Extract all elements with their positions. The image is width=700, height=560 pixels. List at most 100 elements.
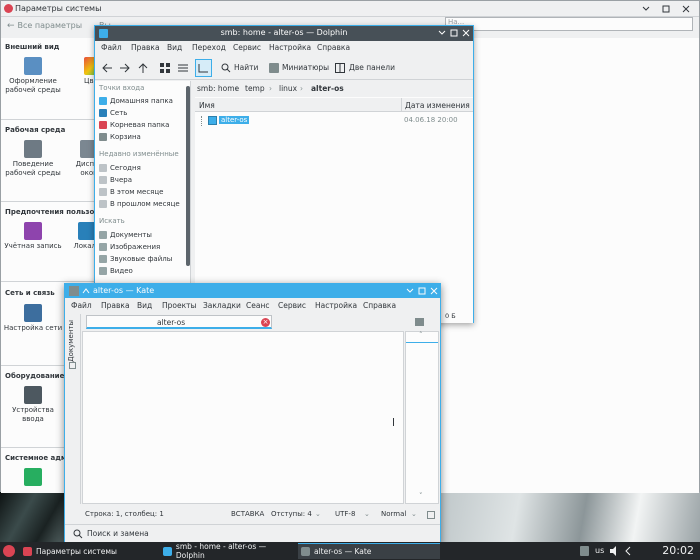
menu-help[interactable]: Справка [317,43,350,52]
system-settings-titlebar[interactable]: Параметры системы [1,1,699,17]
compact-view-icon[interactable] [177,62,189,74]
icons-view-icon[interactable] [159,62,171,74]
pin-icon[interactable] [82,287,90,295]
menu-view[interactable]: Вид [137,301,152,310]
task-kate[interactable]: alter-os — Kate [298,543,440,559]
settings-item-user-account[interactable]: Учётная запись [3,222,63,251]
dolphin-titlebar[interactable]: smb: home - alter-os — Dolphin [95,26,473,41]
back-to-all-settings-button[interactable]: ← Все параметры [7,21,82,31]
scroll-down-icon[interactable]: ˅ [419,492,423,500]
close-icon[interactable] [429,286,439,296]
place-today[interactable]: Сегодня [99,164,141,172]
task-dolphin[interactable]: smb - home - alter-os — Dolphin [160,542,296,560]
settings-item-input-devices[interactable]: Устройства ввода [3,386,63,424]
clipboard-icon[interactable] [580,546,589,556]
maximize-icon[interactable] [417,286,427,296]
filesystem-icon[interactable] [69,362,76,369]
network-icon [24,304,42,322]
system-admin-icon [24,468,42,486]
root-folder-icon [99,121,107,129]
editor-minimap[interactable]: ˄ ˅ [405,331,439,504]
search-and-replace-tab[interactable]: Поиск и замена [87,529,149,538]
document-tab[interactable]: alter-os × [86,315,272,329]
dictionary-icon[interactable] [427,511,435,519]
minimize-icon[interactable] [405,286,415,296]
menu-settings[interactable]: Настройка [269,43,311,52]
split-view-button[interactable]: Две панели [349,63,395,72]
place-trash[interactable]: Корзина [99,133,141,141]
app-launcher-icon[interactable] [3,545,15,557]
input-mode[interactable]: ВСТАВКА [231,510,264,518]
places-scrollbar[interactable] [186,86,190,266]
place-home[interactable]: Домашняя папка [99,97,173,105]
settings-item-workspace-behavior[interactable]: Поведение рабочей среды [3,140,63,178]
breadcrumb-segment[interactable]: smb: home [197,84,239,93]
syntax-mode[interactable]: Normal [381,510,406,518]
back-icon[interactable] [101,62,113,74]
forward-icon[interactable] [119,62,131,74]
expand-tray-icon[interactable] [624,546,632,556]
menu-projects[interactable]: Проекты [162,301,196,310]
maximize-icon[interactable] [449,28,459,38]
kate-menubar: Файл Правка Вид Проекты Закладки Сеанс С… [65,299,440,313]
kate-titlebar[interactable]: alter-os — Kate [65,284,440,298]
maximize-icon[interactable] [661,4,671,14]
menu-help[interactable]: Справка [363,301,396,310]
place-audio[interactable]: Звуковые файлы [99,255,172,263]
thumbnails-button[interactable]: Миниатюры [282,63,329,72]
place-yesterday[interactable]: Вчера [99,176,132,184]
taskbar: Параметры системы smb - home - alter-os … [0,542,700,560]
menu-view[interactable]: Вид [167,43,182,52]
up-icon[interactable] [137,62,149,74]
settings-search-input[interactable]: На... [445,17,693,31]
divider [1,119,97,120]
menu-file[interactable]: Файл [71,301,92,310]
settings-item-workspace-theme[interactable]: Оформление рабочей среды [3,57,63,95]
encoding-setting[interactable]: UTF-8 [335,510,355,518]
menu-tools[interactable]: Сервис [233,43,261,52]
menu-edit[interactable]: Правка [131,43,160,52]
details-view-icon[interactable] [195,59,212,77]
breadcrumb-segment[interactable]: linux [279,84,297,93]
documents-sidebar-tab[interactable]: Документы [67,320,75,362]
clock[interactable]: 20:02 [662,544,694,557]
close-icon[interactable] [681,4,691,14]
text-editor[interactable] [82,331,404,504]
menu-session[interactable]: Сеанс [246,301,269,310]
menu-bookmarks[interactable]: Закладки [203,301,241,310]
menu-edit[interactable]: Правка [101,301,130,310]
close-tab-icon[interactable]: × [261,318,270,327]
calendar-icon [99,164,107,172]
file-name: alter-os [219,116,250,124]
place-this-month[interactable]: В этом месяце [99,188,163,196]
close-icon[interactable] [461,28,471,38]
task-system-settings[interactable]: Параметры системы [20,543,160,559]
menu-file[interactable]: Файл [101,43,122,52]
place-video[interactable]: Видео [99,267,133,275]
column-name[interactable]: Имя [199,101,215,110]
place-network[interactable]: Сеть [99,109,127,117]
file-row[interactable]: alter-os 04.06.18 20:00 [201,115,473,127]
find-button[interactable]: Найти [234,63,258,72]
settings-item-system-admin[interactable] [3,468,63,488]
indent-setting[interactable]: Отступы: 4 [271,510,312,518]
volume-icon[interactable] [609,546,619,556]
breadcrumb-current[interactable]: alter-os [311,84,344,93]
place-documents[interactable]: Документы [99,231,152,239]
scroll-up-icon[interactable]: ˄ [419,331,423,339]
menu-go[interactable]: Переход [192,43,226,52]
minimize-icon[interactable] [437,28,447,38]
calendar-icon [99,176,107,184]
breadcrumb-segment[interactable]: temp [245,84,265,93]
place-images[interactable]: Изображения [99,243,160,251]
place-last-month[interactable]: В прошлом месяце [99,200,180,208]
column-modified[interactable]: Дата изменения [405,101,470,110]
minimize-icon[interactable] [641,4,651,14]
menu-tools[interactable]: Сервис [278,301,306,310]
quick-open-icon[interactable] [415,318,424,326]
settings-item-network[interactable]: Настройка сети [3,304,63,333]
place-root[interactable]: Корневая папка [99,121,169,129]
menu-settings[interactable]: Настройка [315,301,357,310]
dolphin-toolbar: Найти Миниатюры Две панели [95,56,473,80]
keyboard-layout[interactable]: us [595,546,604,555]
